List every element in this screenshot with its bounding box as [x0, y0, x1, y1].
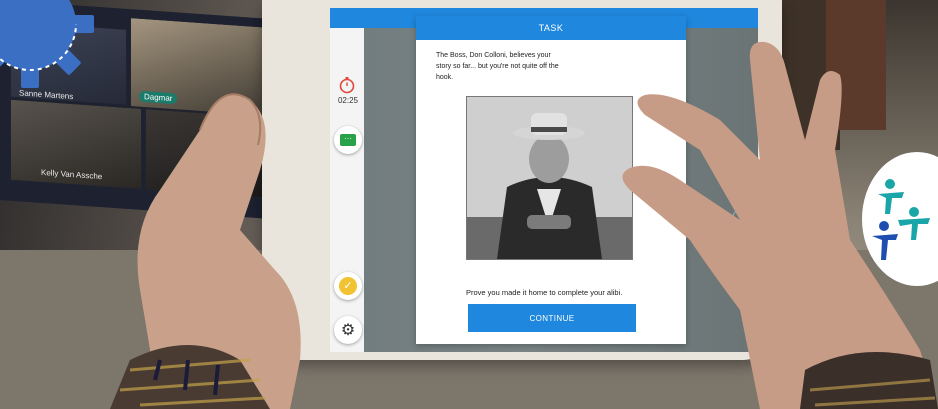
badge-circle — [862, 152, 938, 286]
photo-scene: Dagmar Sanne Martens Kelly Van Assche 02… — [0, 0, 938, 409]
participant-name: Kelly Van Assche — [41, 167, 103, 182]
acrobat-figures-logo — [872, 179, 930, 260]
gear-logo-icon — [0, 0, 94, 88]
left-hand — [110, 93, 301, 409]
task-message: The Boss, Don Colloni, believes your sto… — [436, 52, 559, 81]
